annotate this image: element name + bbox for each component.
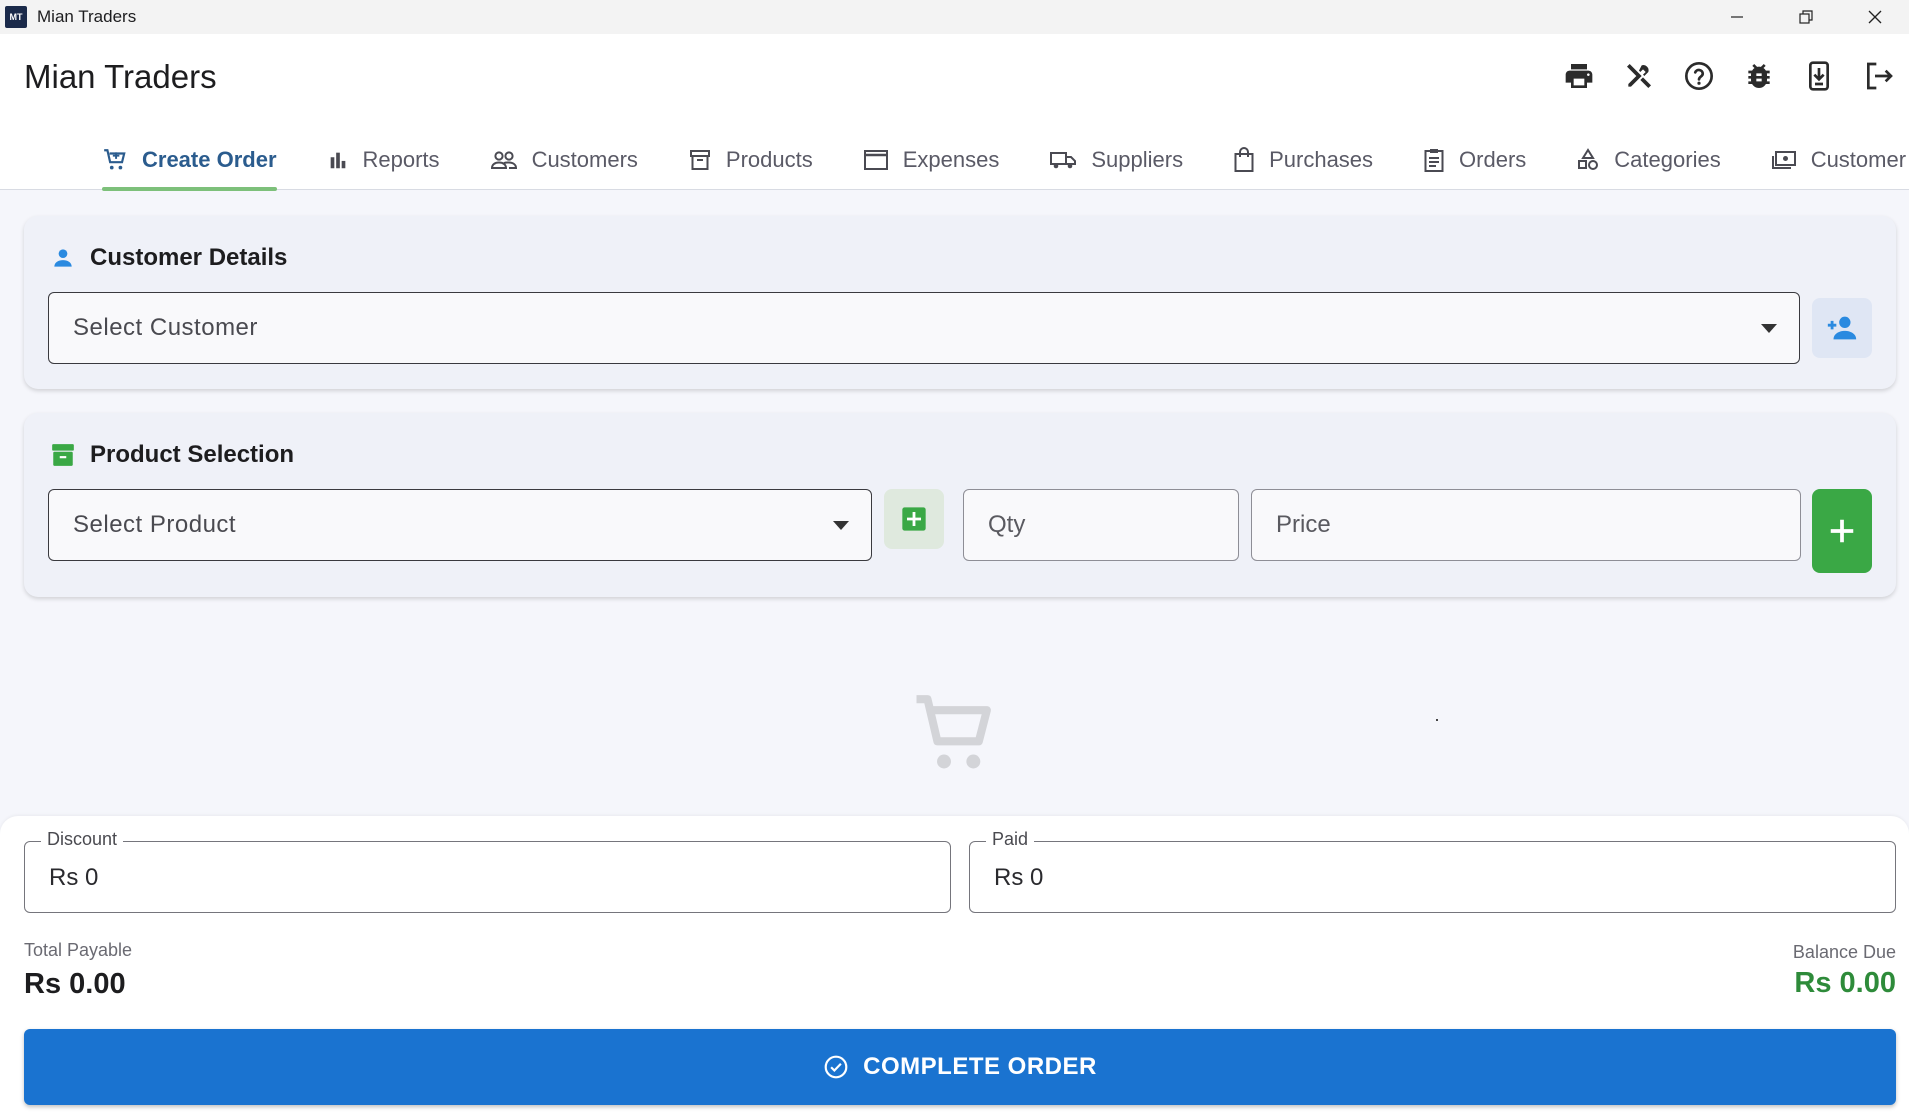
complete-order-label: COMPLETE ORDER	[863, 1053, 1097, 1080]
restore-icon	[1798, 10, 1813, 24]
total-payable-value: Rs 0.00	[24, 968, 126, 1000]
product-select[interactable]: Select Product	[48, 489, 872, 561]
check-circle-icon	[824, 1055, 848, 1079]
product-selection-card: Product Selection Select Product Qty Pri…	[24, 413, 1896, 597]
tab-label: Customer Pa	[1810, 147, 1909, 172]
customer-details-card: Customer Details Select Customer	[24, 216, 1896, 389]
tab-label: Expenses	[902, 147, 1000, 172]
tab-label: Reports	[362, 147, 440, 172]
download-button[interactable]	[1789, 54, 1849, 98]
empty-cart-icon	[916, 695, 991, 769]
download-icon	[1809, 61, 1829, 91]
help-button[interactable]	[1669, 54, 1729, 98]
tab-label: Purchases	[1269, 147, 1374, 172]
plus-icon	[1830, 519, 1854, 543]
product-select-placeholder: Select Product	[73, 511, 237, 538]
product-selection-header: Product Selection	[50, 441, 294, 469]
app-bar: Mian Traders Create Order Reports Custom…	[0, 34, 1909, 191]
qty-placeholder: Qty	[988, 511, 1026, 538]
logout-icon	[1867, 62, 1893, 90]
tab-expenses[interactable]: Expenses	[863, 130, 1000, 190]
discount-label: Discount	[41, 829, 124, 850]
tab-customers[interactable]: Customers	[490, 130, 638, 190]
customer-select[interactable]: Select Customer	[48, 292, 1800, 364]
discount-value: Rs 0	[49, 864, 99, 891]
paid-field[interactable]: Paid Rs 0	[969, 829, 1896, 913]
tab-products[interactable]: Products	[688, 130, 813, 190]
tab-label: Create Order	[142, 147, 277, 172]
tab-label: Orders	[1459, 147, 1527, 172]
add-product-button[interactable]	[884, 489, 944, 549]
tools-icon	[1627, 64, 1651, 88]
tab-label: Products	[725, 147, 813, 172]
window-title-bar: MT Mian Traders	[0, 0, 1909, 34]
bag-icon	[1234, 147, 1254, 172]
archive-icon	[689, 150, 710, 170]
payments-icon	[1771, 151, 1796, 169]
truck-icon	[1050, 152, 1077, 169]
minimize-button[interactable]	[1702, 0, 1771, 34]
balance-due-label: Balance Due	[1792, 942, 1896, 962]
price-input[interactable]: Price	[1251, 489, 1801, 561]
order-summary-panel: Discount Rs 0 Paid Rs 0 Total Payable Rs…	[0, 816, 1909, 1118]
tab-customer-payments[interactable]: Customer Pa	[1771, 130, 1909, 190]
archive-box-icon	[52, 444, 74, 466]
customer-details-header: Customer Details	[50, 244, 287, 272]
nav-tabs: Create Order Reports Customers Products …	[102, 130, 1909, 191]
help-icon	[1685, 62, 1713, 90]
print-button[interactable]	[1549, 54, 1609, 98]
chevron-down-icon	[833, 521, 849, 530]
tools-button[interactable]	[1609, 54, 1669, 98]
tab-label: Suppliers	[1091, 147, 1184, 172]
balance-due-value: Rs 0.00	[1794, 967, 1896, 999]
tab-categories[interactable]: Categories	[1576, 130, 1721, 190]
close-button[interactable]	[1840, 0, 1909, 34]
customer-select-placeholder: Select Customer	[73, 314, 258, 341]
bar-chart-icon	[330, 152, 345, 169]
wallet-icon	[863, 150, 888, 170]
tab-create-order[interactable]: Create Order	[102, 130, 277, 191]
tab-reports[interactable]: Reports	[327, 130, 440, 190]
restore-button[interactable]	[1771, 0, 1840, 34]
tab-label: Categories	[1614, 147, 1721, 172]
window-title: Mian Traders	[37, 7, 137, 26]
app-title: Mian Traders	[24, 58, 217, 95]
chevron-down-icon	[1761, 324, 1777, 333]
toolbar	[1549, 54, 1909, 98]
total-payable-label: Total Payable	[24, 940, 133, 960]
complete-order-button[interactable]: COMPLETE ORDER	[24, 1029, 1896, 1105]
paid-label: Paid	[986, 829, 1035, 850]
cart-icon	[104, 149, 126, 170]
price-placeholder: Price	[1276, 511, 1331, 538]
tab-suppliers[interactable]: Suppliers	[1049, 130, 1183, 190]
people-icon	[490, 151, 517, 169]
close-icon	[1868, 10, 1881, 24]
category-icon	[1578, 148, 1599, 170]
tab-label: Customers	[531, 147, 638, 172]
tab-purchases[interactable]: Purchases	[1233, 130, 1373, 190]
discount-field[interactable]: Discount Rs 0	[24, 829, 951, 913]
bug-icon	[1748, 64, 1770, 88]
person-add-icon	[1827, 316, 1857, 340]
card-title: Customer Details	[90, 244, 288, 271]
person-icon	[54, 249, 72, 267]
card-title: Product Selection	[90, 441, 295, 468]
stray-dot	[1436, 719, 1438, 721]
bug-report-button[interactable]	[1729, 54, 1789, 98]
minimize-icon	[1730, 16, 1743, 18]
paid-value: Rs 0	[994, 864, 1044, 891]
logout-button[interactable]	[1849, 54, 1909, 98]
add-box-icon	[902, 507, 926, 531]
print-icon	[1565, 64, 1593, 88]
app-logo-icon: MT	[5, 6, 27, 28]
qty-input[interactable]: Qty	[963, 489, 1239, 561]
window-controls	[1702, 0, 1909, 34]
add-to-order-button[interactable]	[1812, 489, 1872, 573]
clipboard-icon	[1424, 149, 1444, 172]
tab-orders[interactable]: Orders	[1423, 130, 1526, 190]
add-customer-button[interactable]	[1812, 298, 1872, 358]
